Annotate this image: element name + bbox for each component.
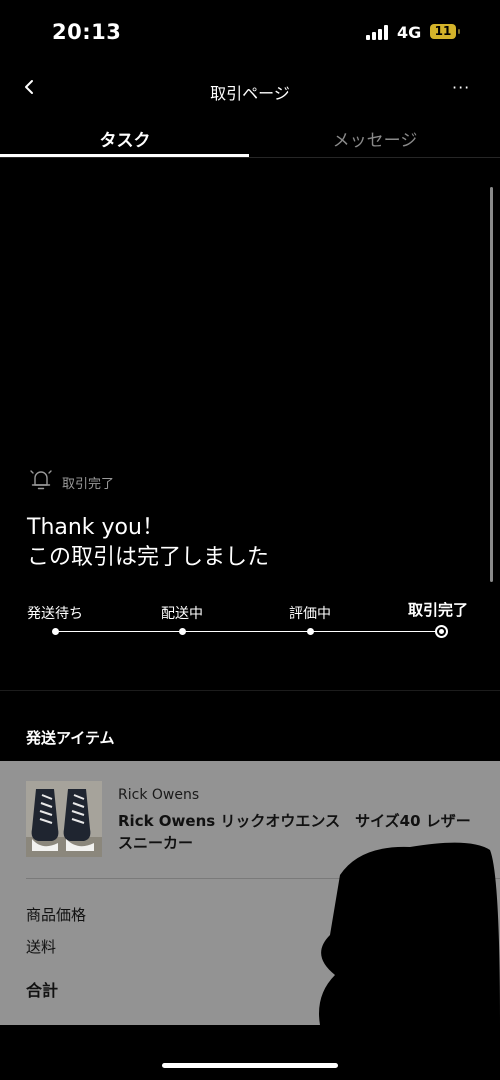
bell-icon: [29, 467, 53, 493]
tab-message[interactable]: メッセージ: [250, 126, 500, 151]
thanks-line-2: この取引は完了しました: [27, 545, 270, 570]
item-thumbnail[interactable]: [26, 781, 102, 857]
battery-cap: [458, 29, 460, 34]
shipping-section-title: 発送アイテム: [26, 729, 115, 747]
total-label: 合計: [26, 981, 59, 1000]
signal-icon: [366, 24, 390, 40]
step-dot-1: [52, 628, 59, 635]
step-label-1: 発送待ち: [27, 606, 83, 622]
redaction-overlay: [300, 835, 500, 1025]
item-brand: Rick Owens: [118, 787, 200, 803]
home-indicator[interactable]: [162, 1063, 338, 1068]
step-label-2: 配送中: [161, 606, 203, 622]
thanks-line-1: Thank you！: [27, 515, 164, 540]
step-dot-2: [179, 628, 186, 635]
scrollbar[interactable]: [490, 187, 493, 582]
status-label: 取引完了: [62, 477, 115, 492]
price-label: 商品価格: [26, 906, 87, 924]
tab-task[interactable]: タスク: [0, 126, 250, 151]
page-title: 取引ページ: [210, 84, 290, 103]
status-time: 20:13: [52, 20, 122, 44]
step-dot-3: [307, 628, 314, 635]
section-divider: [0, 690, 500, 691]
shipping-fee-label: 送料: [26, 938, 57, 956]
more-icon[interactable]: ···: [452, 78, 470, 97]
completion-message: Thank you！ この取引は完了しました: [27, 513, 269, 573]
network-type: 4G: [397, 23, 422, 42]
battery-icon: 11: [430, 24, 456, 39]
step-dot-current: [435, 625, 448, 638]
step-label-4: 取引完了: [408, 601, 469, 619]
step-label-3: 評価中: [289, 606, 331, 622]
progress-line: [55, 631, 442, 632]
tab-divider: [0, 157, 500, 158]
battery-level: 11: [434, 24, 452, 38]
